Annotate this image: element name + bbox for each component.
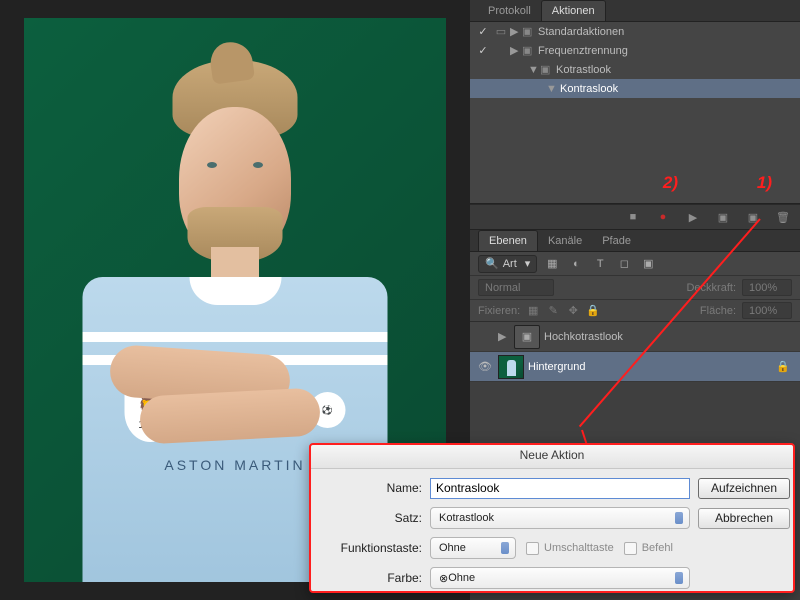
record-button[interactable]: Aufzeichnen [698, 478, 790, 499]
fill-label: Fläche: [700, 305, 736, 317]
action-label: Frequenztrennung [536, 45, 800, 57]
layer-group-icon: ▣ [514, 325, 540, 349]
disclosure-triangle-icon[interactable]: ▶ [510, 25, 522, 38]
set-select[interactable]: Kotrastlook [430, 507, 690, 529]
lock-icon: 🔒 [776, 360, 790, 373]
folder-icon: ▣ [522, 44, 536, 57]
cancel-button[interactable]: Abbrechen [698, 508, 790, 529]
actions-panel-tabs: Protokoll Aktionen [470, 0, 800, 22]
name-label: Name: [317, 481, 422, 495]
actions-panel-body: ✓ ▭ ▶ ▣ Standardaktionen ✓ ▶ ▣ Frequenzt… [470, 22, 800, 204]
disclosure-triangle-icon[interactable]: ▼ [528, 64, 540, 76]
actions-panel-footer: ■ ● ▶ ▣ ▣ 🗑 1) 2) [470, 204, 800, 230]
tab-channels[interactable]: Kanäle [538, 231, 592, 251]
visibility-toggle-icon[interactable]: 👁 [476, 360, 494, 373]
record-icon[interactable]: ● [656, 211, 670, 223]
new-action-dialog: Neue Aktion Name: Aufzeichnen Satz: Kotr… [309, 443, 795, 593]
layers-blend-bar: Normal Deckkraft: 100% [470, 276, 800, 300]
action-label: Standardaktionen [536, 26, 800, 38]
layer-thumbnail [498, 355, 524, 379]
trash-icon[interactable]: 🗑 [776, 211, 790, 224]
fill-input[interactable]: 100% [742, 302, 792, 319]
command-checkbox[interactable] [624, 542, 637, 555]
function-key-label: Funktionstaste: [317, 541, 422, 555]
shift-checkbox[interactable] [526, 542, 539, 555]
tab-paths[interactable]: Pfade [592, 231, 641, 251]
shift-label: Umschalttaste [544, 542, 614, 554]
action-set-row[interactable]: ✓ ▶ ▣ Frequenztrennung [470, 41, 800, 60]
annotation-1: 1) [757, 173, 772, 193]
disclosure-triangle-icon[interactable]: ▼ [546, 83, 558, 95]
action-row[interactable]: ▼ Kontraslook [470, 79, 800, 98]
layer-row[interactable]: 👁 Hintergrund 🔒 [470, 352, 800, 382]
layers-panel-tabs: Ebenen Kanäle Pfade [470, 230, 800, 252]
folder-icon: ▣ [522, 25, 536, 38]
lock-transparency-icon[interactable]: ▦ [526, 304, 540, 317]
action-checkmark[interactable]: ✓ [474, 25, 492, 38]
folder-icon: ▣ [540, 63, 554, 76]
lock-label: Fixieren: [478, 305, 520, 317]
action-set-row[interactable]: ✓ ▭ ▶ ▣ Standardaktionen [470, 22, 800, 41]
color-select[interactable]: ⊗ Ohne [430, 567, 690, 589]
layers-filter-bar: 🔍Art▾ ▦ ◐ T ◻ ▣ [470, 252, 800, 276]
play-icon[interactable]: ▶ [686, 211, 700, 224]
dialog-title: Neue Aktion [311, 445, 793, 469]
filter-adjust-icon[interactable]: ◐ [567, 258, 585, 270]
set-label: Satz: [317, 511, 422, 525]
layer-label: Hintergrund [528, 361, 585, 373]
layer-label: Hochkotrastlook [544, 331, 623, 343]
disclosure-triangle-icon[interactable]: ▶ [510, 44, 522, 57]
action-checkmark[interactable]: ✓ [474, 44, 492, 57]
lock-all-icon[interactable]: 🔒 [586, 304, 600, 317]
tab-layers[interactable]: Ebenen [478, 230, 538, 251]
layer-row[interactable]: ▶ ▣ Hochkotrastlook [470, 322, 800, 352]
tab-actions[interactable]: Aktionen [541, 0, 606, 21]
action-dialog-toggle[interactable]: ▭ [492, 25, 510, 38]
filter-shape-icon[interactable]: ◻ [615, 257, 633, 270]
layers-lock-bar: Fixieren: ▦ ✎ ✥ 🔒 Fläche: 100% [470, 300, 800, 322]
disclosure-triangle-icon[interactable]: ▶ [498, 330, 510, 343]
action-label: Kontraslook [558, 83, 800, 95]
blend-mode-select[interactable]: Normal [478, 279, 554, 296]
stop-icon[interactable]: ■ [626, 211, 640, 223]
tab-history[interactable]: Protokoll [478, 1, 541, 21]
new-set-icon[interactable]: ▣ [716, 211, 730, 224]
jersey-sponsor: ASTON MARTIN [164, 457, 305, 473]
action-name-input[interactable] [430, 478, 690, 499]
annotation-2: 2) [663, 173, 678, 193]
command-label: Befehl [642, 542, 673, 554]
action-label: Kotrastlook [554, 64, 800, 76]
layer-filter-select[interactable]: 🔍Art▾ [478, 255, 537, 273]
function-key-select[interactable]: Ohne [430, 537, 516, 559]
filter-type-icon[interactable]: T [591, 258, 609, 270]
action-set-row[interactable]: ▼ ▣ Kotrastlook [470, 60, 800, 79]
opacity-input[interactable]: 100% [742, 279, 792, 296]
color-label: Farbe: [317, 571, 422, 585]
lock-pixels-icon[interactable]: ✎ [546, 304, 560, 317]
lock-position-icon[interactable]: ✥ [566, 304, 580, 317]
filter-smart-icon[interactable]: ▣ [639, 257, 657, 270]
filter-pixel-icon[interactable]: ▦ [543, 257, 561, 270]
